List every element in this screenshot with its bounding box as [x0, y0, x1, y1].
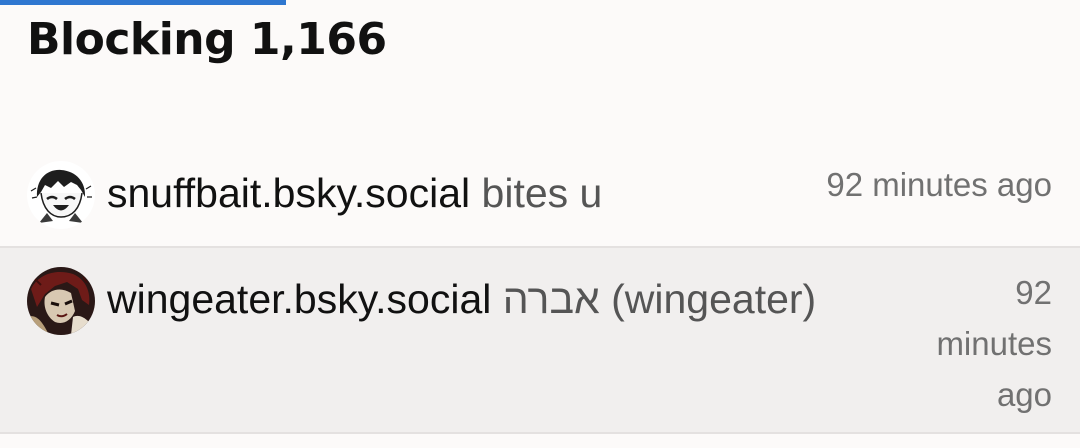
blocked-accounts-list: snuffbait.bsky.social bites u 92 minutes… — [0, 142, 1080, 434]
account-display-name: bites u — [481, 170, 603, 216]
anime-avatar-icon — [27, 161, 95, 229]
account-names: snuffbait.bsky.social bites u — [107, 165, 602, 221]
avatar[interactable] — [27, 161, 95, 229]
dark-avatar-icon — [27, 267, 95, 335]
block-timestamp: 92 minutes ago — [826, 166, 1052, 203]
page-title: Blocking 1,166 — [27, 14, 387, 65]
list-item[interactable]: wingeater.bsky.social אברה (wingeater) 9… — [0, 248, 1080, 434]
account-handle[interactable]: wingeater.bsky.social — [107, 276, 491, 322]
loading-progress-bar — [0, 0, 287, 5]
account-display-name: אברה (wingeater) — [502, 276, 817, 322]
account-handle[interactable]: snuffbait.bsky.social — [107, 170, 470, 216]
account-names: wingeater.bsky.social אברה (wingeater) — [107, 271, 816, 327]
block-timestamp: 92 minutes ago — [936, 274, 1052, 413]
avatar[interactable] — [27, 267, 95, 335]
list-item[interactable]: snuffbait.bsky.social bites u 92 minutes… — [0, 142, 1080, 248]
